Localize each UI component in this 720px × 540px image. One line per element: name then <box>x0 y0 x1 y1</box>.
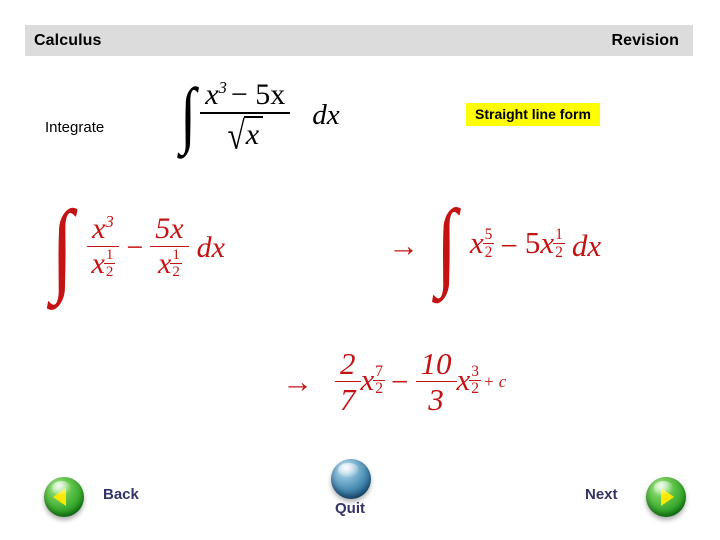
frac1-den-base: x <box>91 246 105 280</box>
term2-base: x <box>456 361 471 397</box>
num-second-term: − 5x <box>230 78 286 111</box>
quit-button[interactable] <box>331 459 371 499</box>
step3-operator: − <box>391 364 409 399</box>
right-triangle-icon <box>661 488 674 506</box>
step2-operator: − <box>500 227 518 263</box>
exp-den: 2 <box>172 263 180 280</box>
term2-exponent: 32 <box>469 362 482 398</box>
frac2-den-exponent: 12 <box>170 246 182 280</box>
left-triangle-icon <box>53 488 66 506</box>
original-denominator: √ x <box>222 115 268 155</box>
next-button-label[interactable]: Next <box>585 486 618 503</box>
term1-base: x <box>360 361 375 397</box>
integral-sign-icon: ∫ <box>435 191 457 299</box>
integrate-label: Integrate <box>45 119 105 136</box>
term2-base: x <box>540 225 555 261</box>
exp-den: 2 <box>484 243 493 261</box>
frac1-num-base: x <box>92 211 106 245</box>
coef2-denominator: 3 <box>428 382 444 417</box>
implies-arrow-icon: → <box>282 364 313 399</box>
step2-term-one: x52 <box>469 225 495 263</box>
header-title-right: Revision <box>611 31 679 49</box>
exp-num: 3 <box>471 362 480 380</box>
differential-dx: dx <box>571 227 602 263</box>
frac2-den-base: x <box>158 246 172 280</box>
next-button[interactable] <box>646 477 686 517</box>
back-button[interactable] <box>44 477 84 517</box>
term1-exponent: 52 <box>482 226 495 261</box>
straight-line-form-badge: Straight line form <box>466 103 600 126</box>
exp-den: 2 <box>555 243 563 261</box>
frac2-numerator: 5x <box>155 211 184 245</box>
term2-coefficient: 5 <box>524 225 541 261</box>
coef2-numerator: 10 <box>420 346 452 381</box>
coef1-numerator: 2 <box>340 346 356 381</box>
original-fraction: x3− 5x √ x <box>200 79 291 155</box>
step3-expression: → 2 7 x72 − 10 3 x32 + c <box>282 347 506 416</box>
quit-button-label[interactable]: Quit <box>335 500 365 517</box>
fraction-bar <box>200 112 291 114</box>
header-bar: Calculus Revision <box>25 25 693 56</box>
step1-fraction-two: 5x x12 <box>150 211 189 284</box>
integration-constant: + c <box>483 372 507 391</box>
radicand: x <box>243 116 264 150</box>
exp-num: 1 <box>555 226 563 244</box>
step3-coefficient-two: 10 3 <box>415 346 457 417</box>
frac1-den-exponent: 12 <box>103 246 116 280</box>
differential-dx: dx <box>312 98 340 131</box>
step3-term-two: x32 <box>456 361 482 400</box>
square-root-icon: √ x <box>227 116 264 155</box>
frac1-numerator: x3 <box>87 213 119 245</box>
step2-term-two: 5x 1 2 <box>524 225 565 263</box>
exp-den: 2 <box>471 380 480 398</box>
num-exponent: 3 <box>218 78 227 97</box>
exp-num: 1 <box>105 246 114 263</box>
term1-exponent: 72 <box>373 362 386 398</box>
term2-exponent: 12 <box>553 226 565 261</box>
step3-term-one: x72 <box>360 361 386 400</box>
step2-expression: → ∫ x52 − 5x 1 2 dx <box>388 196 601 294</box>
implies-arrow-icon: → <box>388 227 419 263</box>
original-numerator: x3− 5x <box>200 79 290 111</box>
step3-coefficient-one: 2 7 <box>335 347 361 416</box>
num-base: x <box>205 78 219 111</box>
differential-dx: dx <box>196 231 225 264</box>
integral-sign-icon: ∫ <box>51 190 74 305</box>
frac2-denominator: x12 <box>153 246 186 284</box>
step1-expression: ∫ x3 x12 − 5x x12 dx <box>48 196 225 300</box>
radical-glyph: √ <box>227 113 245 158</box>
frac1-denominator: x12 <box>87 246 120 284</box>
header-title-left: Calculus <box>34 31 102 49</box>
step1-operator: − <box>126 231 144 264</box>
back-button-label[interactable]: Back <box>103 486 139 503</box>
exp-den: 2 <box>375 380 384 398</box>
step1-fraction-one: x3 x12 <box>86 213 120 284</box>
exp-den: 2 <box>105 263 114 280</box>
integral-sign-icon: ∫ <box>180 74 197 156</box>
coef1-denominator: 7 <box>340 382 356 417</box>
frac1-num-exp: 3 <box>105 211 114 231</box>
exp-num: 1 <box>172 246 180 263</box>
exp-num: 5 <box>484 226 493 244</box>
exp-num: 7 <box>375 362 384 380</box>
original-integral-expression: ∫ x3− 5x √ x dx <box>178 74 340 156</box>
term1-base: x <box>469 225 484 261</box>
